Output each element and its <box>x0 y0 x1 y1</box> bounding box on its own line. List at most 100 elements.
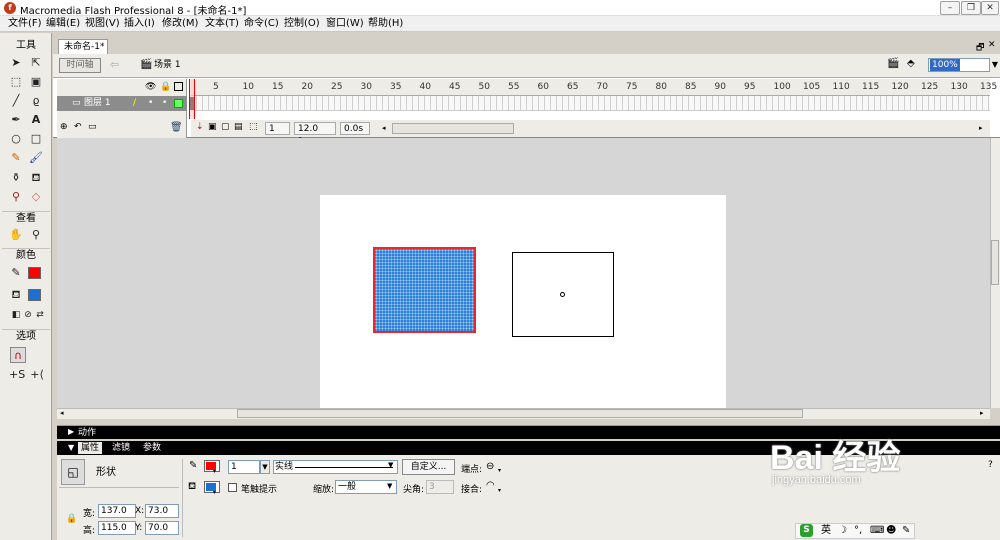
fps-display[interactable]: 12.0 fps <box>294 122 336 147</box>
layer-visible-dot[interactable]: • <box>148 98 153 108</box>
hscroll-left-icon[interactable]: ◂ <box>60 409 64 417</box>
minimize-button[interactable]: – <box>940 1 960 15</box>
stroke-height-dropdown-icon[interactable]: ▼ <box>260 460 270 474</box>
cap-style-icon[interactable]: ⊖ <box>486 461 494 472</box>
arrow-tool-icon[interactable]: ➤ <box>8 55 24 71</box>
paint-bucket-icon[interactable]: ⛾ <box>28 170 44 186</box>
outline-icon[interactable] <box>174 82 183 91</box>
ink-bottle-icon[interactable]: ⚱ <box>8 170 24 186</box>
playhead[interactable] <box>189 79 195 119</box>
eraser-icon[interactable]: ◇ <box>28 189 44 205</box>
zoom-dropdown-icon[interactable]: ▼ <box>990 58 1000 72</box>
center-frame-icon[interactable]: ⇣ <box>196 122 204 132</box>
expand-arrow-icon[interactable]: ▶ <box>68 427 74 436</box>
menu-help[interactable]: 帮助(H) <box>368 17 403 31</box>
menu-control[interactable]: 控制(O) <box>284 17 320 31</box>
add-guide-icon[interactable]: ↶ <box>74 122 82 132</box>
lasso-tool-icon[interactable]: ϱ <box>28 93 44 109</box>
collapse-arrow-icon[interactable]: ▼ <box>68 443 74 452</box>
ime-wrench-icon[interactable]: ✎ <box>902 525 910 536</box>
join-style-icon[interactable]: ◠ <box>486 480 495 491</box>
back-arrow-icon[interactable]: ⇦ <box>110 58 119 71</box>
eye-icon[interactable]: 👁 <box>145 82 156 92</box>
toolbox-stroke-swatch[interactable] <box>28 267 41 279</box>
zoom-value[interactable]: 100% <box>930 59 960 71</box>
document-tab[interactable]: 未命名-1* <box>58 39 108 54</box>
stroke-swatch-arrow-icon[interactable]: ▾ <box>213 468 216 475</box>
menu-edit[interactable]: 编辑(E) <box>46 17 80 31</box>
ime-keyboard-icon[interactable]: ⌨ <box>870 525 884 536</box>
add-layer-icon[interactable]: ⊕ <box>60 122 68 132</box>
hscroll-right-icon[interactable]: ▸ <box>980 409 984 417</box>
fill-swatch-arrow-icon[interactable]: ▾ <box>213 489 216 496</box>
fill-transform-icon[interactable]: ▣ <box>28 74 44 90</box>
brush-tool-icon[interactable]: 🖌 <box>28 150 44 166</box>
width-field[interactable]: 137.0 <box>98 504 136 518</box>
join-dropdown-icon[interactable]: ▾ <box>498 487 501 494</box>
edit-scene-icon[interactable]: 🎬 <box>887 58 899 69</box>
straighten-icon[interactable]: +⟨ <box>29 367 45 383</box>
onion-outline-icon[interactable]: ▢ <box>221 122 230 132</box>
lock-icon[interactable]: 🔒 <box>160 82 171 92</box>
edit-multiple-icon[interactable]: ▤ <box>234 122 243 132</box>
tab-properties[interactable]: 属性 <box>78 442 103 454</box>
tl-scroll-left-icon[interactable]: ◂ <box>382 124 388 134</box>
y-field[interactable]: 70.0 <box>145 521 179 535</box>
stroke-height-field[interactable]: 1 <box>228 460 260 474</box>
free-transform-icon[interactable]: ⬚ <box>8 74 24 90</box>
stage-vscroll-thumb[interactable] <box>991 240 999 285</box>
timeline-toggle-button[interactable]: 时间轴 <box>59 58 101 73</box>
x-field[interactable]: 73.0 <box>145 504 179 518</box>
custom-stroke-button[interactable]: 自定义... <box>402 459 455 475</box>
stroke-style-dropdown-icon[interactable]: ▼ <box>388 461 393 469</box>
swap-colors-icon[interactable]: ⇄ <box>32 307 48 323</box>
frames-row[interactable] <box>191 96 990 111</box>
menu-file[interactable]: 文件(F) <box>8 17 42 31</box>
menu-text[interactable]: 文本(T) <box>205 17 239 31</box>
pencil-tool-icon[interactable]: ✎ <box>8 150 24 166</box>
stage-hscroll-thumb[interactable] <box>237 409 803 418</box>
stroke-color-swatch[interactable] <box>204 460 220 472</box>
eyedropper-icon[interactable]: ⚲ <box>8 189 24 205</box>
add-folder-icon[interactable]: ▭ <box>88 122 97 132</box>
delete-layer-icon[interactable]: 🗑 <box>170 122 183 133</box>
ime-user-icon[interactable]: ☻ <box>886 525 896 536</box>
zoom-tool-icon[interactable]: ⚲ <box>28 227 44 243</box>
scale-dropdown-icon[interactable]: ▼ <box>387 482 392 490</box>
fill-color-swatch[interactable] <box>204 481 220 493</box>
ime-language[interactable]: 英 <box>821 525 831 537</box>
miter-field[interactable]: 3 <box>426 480 454 494</box>
pen-tool-icon[interactable]: ✒ <box>8 112 24 128</box>
ime-logo-icon[interactable]: S <box>800 524 813 537</box>
stroke-hinting-checkbox[interactable] <box>228 483 237 492</box>
tab-parameters[interactable]: 参数 <box>140 442 164 454</box>
hand-tool-icon[interactable]: ✋ <box>8 227 24 243</box>
close-button[interactable]: ✕ <box>981 1 999 15</box>
actions-panel-title[interactable]: 动作 <box>78 427 96 439</box>
ime-moon-icon[interactable]: ☽ <box>838 525 847 536</box>
doc-close-icon[interactable]: ✕ <box>988 40 996 50</box>
onion-markers-icon[interactable]: ⬚ <box>249 122 258 132</box>
selected-filled-rectangle[interactable] <box>373 247 476 333</box>
scene-label[interactable]: 场景 1 <box>154 59 181 71</box>
snap-magnet-icon[interactable]: ∩ <box>10 347 26 363</box>
menu-modify[interactable]: 修改(M) <box>162 17 198 31</box>
timeline-hscroll-thumb[interactable] <box>392 123 514 134</box>
menu-insert[interactable]: 插入(I) <box>124 17 155 31</box>
rectangle-tool-icon[interactable]: □ <box>28 131 44 147</box>
layer-lock-dot[interactable]: • <box>162 98 167 108</box>
menu-commands[interactable]: 命令(C) <box>244 17 279 31</box>
toolbox-fill-swatch[interactable] <box>28 289 41 301</box>
text-tool-icon[interactable]: A <box>28 112 44 128</box>
menu-window[interactable]: 窗口(W) <box>326 17 364 31</box>
edit-symbols-icon[interactable]: ⬘ <box>907 58 915 69</box>
ime-punct-icon[interactable]: °, <box>854 525 862 536</box>
menu-view[interactable]: 视图(V) <box>85 17 120 31</box>
help-icon[interactable]: ? <box>988 460 993 470</box>
onion-skin-icon[interactable]: ▣ <box>208 122 217 132</box>
line-tool-icon[interactable]: ╱ <box>8 93 24 109</box>
constrain-lock-icon[interactable]: 🔒 <box>66 514 77 524</box>
cap-dropdown-icon[interactable]: ▾ <box>498 467 501 474</box>
restore-button[interactable]: ❐ <box>961 1 981 15</box>
panel-divider[interactable] <box>57 419 1000 426</box>
